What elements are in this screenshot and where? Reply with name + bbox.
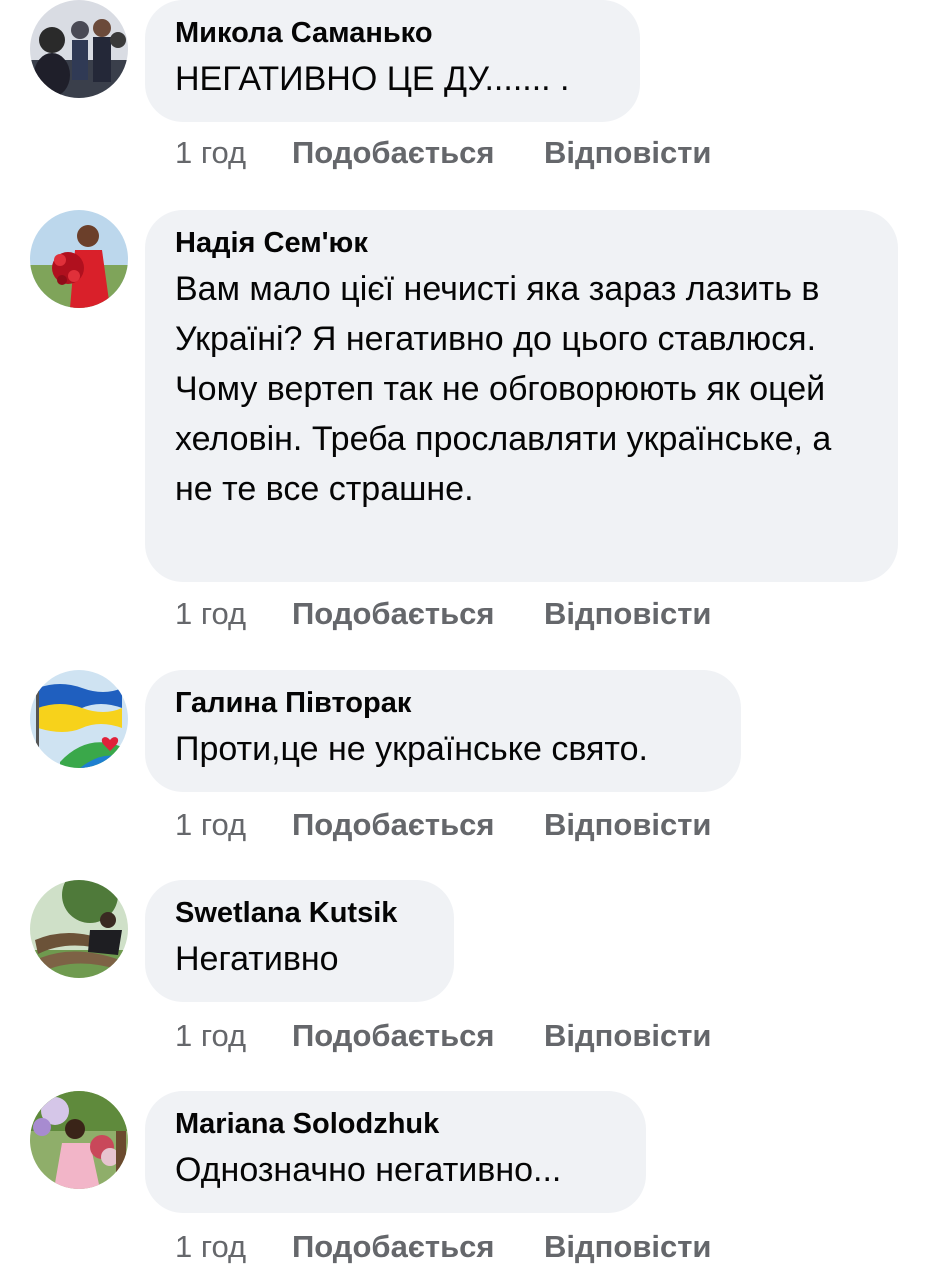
comment-text: Однозначно негативно... [175, 1151, 562, 1189]
avatar-photo-icon [30, 1091, 128, 1189]
comment-actions: 1 год Подобається Відповісти [175, 135, 712, 171]
comment-actions: 1 год Подобається Відповісти [175, 1018, 712, 1054]
comment-author[interactable]: Надія Сем'юк [175, 226, 868, 260]
avatar-ukraine-flag-icon [30, 670, 128, 768]
avatar[interactable] [30, 670, 128, 768]
comment-text: Вам мало цієї нечисті яка зараз лазить в… [175, 270, 832, 508]
comment-author[interactable]: Галина Півторак [175, 686, 711, 720]
avatar[interactable] [30, 1091, 128, 1189]
comment-time[interactable]: 1 год [175, 135, 292, 171]
like-button[interactable]: Подобається [292, 807, 544, 843]
like-button[interactable]: Подобається [292, 135, 544, 171]
like-button[interactable]: Подобається [292, 596, 544, 632]
comment-bubble: Микола Саманько НЕГАТИВНО ЦЕ ДУ....... . [145, 0, 640, 122]
comment-time[interactable]: 1 год [175, 1018, 292, 1054]
comment-text: Негативно [175, 940, 339, 978]
comment-text: Проти,це не українське свято. [175, 730, 648, 768]
comment-author[interactable]: Swetlana Kutsik [175, 896, 424, 930]
comment-author[interactable]: Микола Саманько [175, 16, 610, 50]
avatar[interactable] [30, 880, 128, 978]
comment-bubble: Надія Сем'юк Вам мало цієї нечисті яка з… [145, 210, 898, 582]
avatar[interactable] [30, 0, 128, 98]
comment-bubble: Swetlana Kutsik Негативно [145, 880, 454, 1002]
comment-bubble: Mariana Solodzhuk Однозначно негативно..… [145, 1091, 646, 1213]
comment-text: НЕГАТИВНО ЦЕ ДУ....... . [175, 60, 570, 98]
comment-time[interactable]: 1 год [175, 1229, 292, 1265]
avatar-photo-icon [30, 210, 128, 308]
comment-actions: 1 год Подобається Відповісти [175, 1229, 712, 1265]
comment-actions: 1 год Подобається Відповісти [175, 596, 712, 632]
avatar[interactable] [30, 210, 128, 308]
comment-actions: 1 год Подобається Відповісти [175, 807, 712, 843]
reply-button[interactable]: Відповісти [544, 1018, 712, 1054]
comment-bubble: Галина Півторак Проти,це не українське с… [145, 670, 741, 792]
reply-button[interactable]: Відповісти [544, 807, 712, 843]
comment-author[interactable]: Mariana Solodzhuk [175, 1107, 616, 1141]
like-button[interactable]: Подобається [292, 1229, 544, 1265]
avatar-photo-icon [30, 0, 128, 98]
reply-button[interactable]: Відповісти [544, 1229, 712, 1265]
comment-time[interactable]: 1 год [175, 807, 292, 843]
comment-time[interactable]: 1 год [175, 596, 292, 632]
reply-button[interactable]: Відповісти [544, 596, 712, 632]
like-button[interactable]: Подобається [292, 1018, 544, 1054]
avatar-photo-icon [30, 880, 128, 978]
reply-button[interactable]: Відповісти [544, 135, 712, 171]
